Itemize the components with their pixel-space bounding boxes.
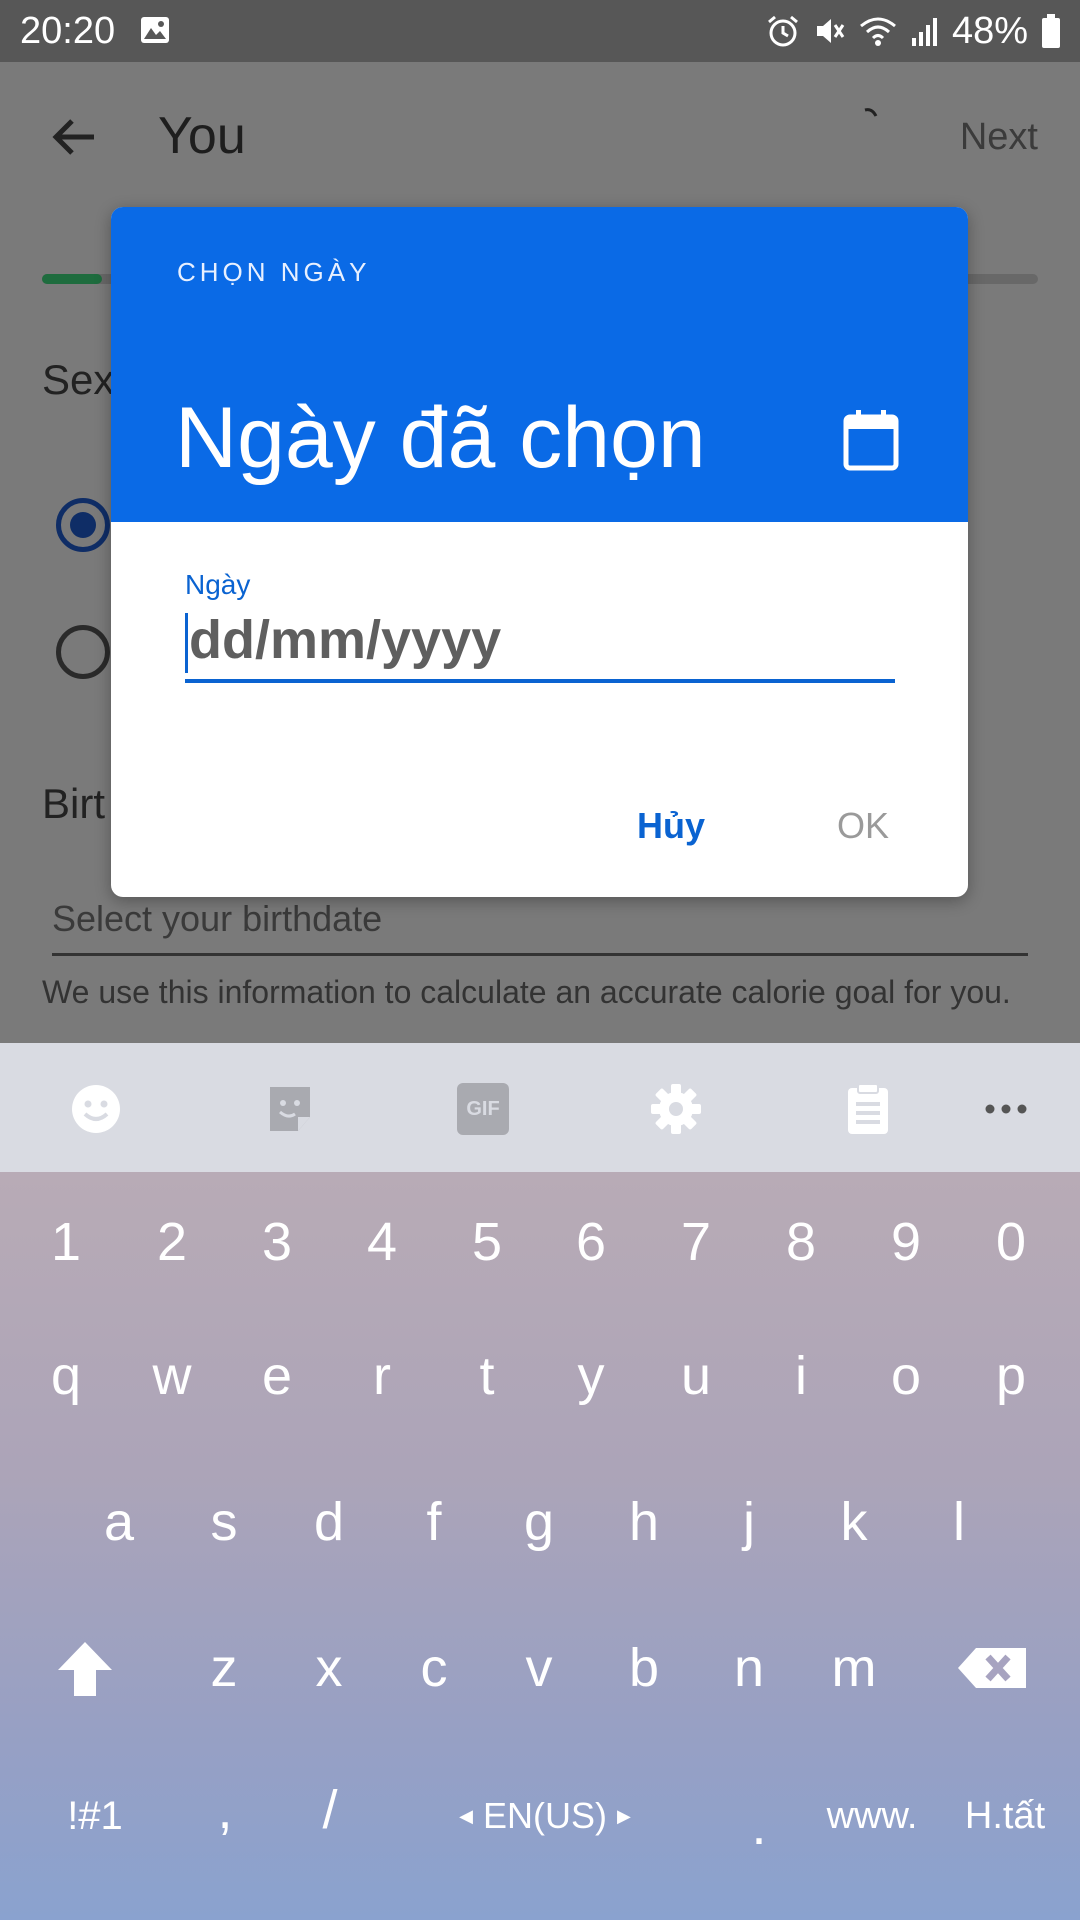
- key-t[interactable]: t: [442, 1336, 532, 1416]
- key-u[interactable]: u: [651, 1336, 741, 1416]
- birthdate-input[interactable]: Select your birthdate: [52, 890, 1028, 956]
- slash-key[interactable]: /: [285, 1770, 375, 1850]
- key-q[interactable]: q: [21, 1336, 111, 1416]
- key-3[interactable]: 3: [232, 1202, 322, 1282]
- gallery-icon: [141, 17, 169, 43]
- clipboard-icon[interactable]: [842, 1083, 894, 1135]
- page-title: You: [158, 107, 246, 165]
- status-time: 20:20: [20, 10, 116, 52]
- date-field-label: Ngày: [185, 569, 251, 600]
- next-button[interactable]: Next: [960, 116, 1038, 159]
- sticker-icon[interactable]: [264, 1083, 316, 1135]
- shift-icon[interactable]: [40, 1630, 130, 1710]
- settings-icon[interactable]: [650, 1083, 702, 1135]
- language-right-arrow-icon: ▶: [617, 1805, 631, 1826]
- key-j[interactable]: j: [704, 1482, 794, 1562]
- key-0[interactable]: 0: [966, 1202, 1056, 1282]
- key-p[interactable]: p: [966, 1336, 1056, 1416]
- language-label: EN(US): [483, 1795, 607, 1836]
- status-icons: 48%: [766, 8, 1062, 54]
- cancel-button[interactable]: Hủy: [637, 805, 705, 847]
- key-a[interactable]: a: [74, 1482, 164, 1562]
- loading-indicator: [864, 108, 878, 117]
- key-9[interactable]: 9: [861, 1202, 951, 1282]
- key-b[interactable]: b: [599, 1628, 689, 1708]
- key-e[interactable]: e: [232, 1336, 322, 1416]
- key-d[interactable]: d: [284, 1482, 374, 1562]
- progress-fill: [42, 274, 102, 284]
- key-6[interactable]: 6: [546, 1202, 636, 1282]
- dialog-subtitle: CHỌN NGÀY: [177, 257, 371, 287]
- symbols-key[interactable]: !#1: [50, 1776, 140, 1856]
- sex-radio-unselected[interactable]: [56, 625, 110, 679]
- key-r[interactable]: r: [337, 1336, 427, 1416]
- key-4[interactable]: 4: [337, 1202, 427, 1282]
- key-f[interactable]: f: [389, 1482, 479, 1562]
- www-key[interactable]: www.: [812, 1776, 932, 1856]
- emoji-icon[interactable]: [70, 1083, 122, 1135]
- text-caret: [185, 613, 188, 673]
- spacebar[interactable]: ◀ EN(US) ▶: [420, 1776, 670, 1856]
- wifi-icon: [859, 17, 896, 46]
- key-o[interactable]: o: [861, 1336, 951, 1416]
- ok-button[interactable]: OK: [837, 805, 889, 847]
- alarm-icon: [767, 15, 798, 47]
- key-7[interactable]: 7: [651, 1202, 741, 1282]
- battery-percentage: 48%: [951, 9, 1028, 52]
- key-8[interactable]: 8: [756, 1202, 846, 1282]
- battery-icon: [1042, 14, 1060, 48]
- gif-icon[interactable]: GIF: [457, 1083, 509, 1135]
- key-k[interactable]: k: [809, 1482, 899, 1562]
- sex-radio-selected[interactable]: [56, 498, 110, 552]
- language-left-arrow-icon: ◀: [459, 1805, 473, 1826]
- key-g[interactable]: g: [494, 1482, 584, 1562]
- signal-icon: [911, 18, 937, 46]
- key-5[interactable]: 5: [442, 1202, 532, 1282]
- app-bar: You Next: [0, 62, 1080, 210]
- period-key[interactable]: .: [714, 1786, 804, 1866]
- key-2[interactable]: 2: [127, 1202, 217, 1282]
- key-y[interactable]: y: [546, 1336, 636, 1416]
- more-icon[interactable]: [980, 1083, 1032, 1135]
- key-m[interactable]: m: [809, 1628, 899, 1708]
- key-l[interactable]: l: [914, 1482, 1004, 1562]
- info-text: We use this information to calculate an …: [42, 974, 1011, 1010]
- mute-icon: [816, 19, 845, 43]
- key-s[interactable]: s: [179, 1482, 269, 1562]
- birthdate-label: Birt: [42, 780, 105, 827]
- key-i[interactable]: i: [756, 1336, 846, 1416]
- keyboard: 1 2 3 4 5 6 7 8 9 0 q w e r t y u i o p …: [0, 1172, 1080, 1920]
- date-picker-dialog: CHỌN NGÀY Ngày đã chọn Ngày dd/mm/yyyy H…: [111, 207, 968, 897]
- key-x[interactable]: x: [284, 1628, 374, 1708]
- key-v[interactable]: v: [494, 1628, 584, 1708]
- comma-key[interactable]: ,: [180, 1770, 270, 1850]
- key-w[interactable]: w: [127, 1336, 217, 1416]
- backspace-icon[interactable]: [950, 1628, 1040, 1708]
- sex-label: Sex: [42, 356, 115, 403]
- key-z[interactable]: z: [179, 1628, 269, 1708]
- back-arrow-icon[interactable]: [48, 112, 98, 162]
- key-1[interactable]: 1: [21, 1202, 111, 1282]
- calendar-icon[interactable]: [843, 409, 899, 471]
- dialog-title: Ngày đã chọn: [175, 390, 706, 486]
- key-n[interactable]: n: [704, 1628, 794, 1708]
- dialog-header: CHỌN NGÀY Ngày đã chọn: [111, 207, 968, 522]
- date-input[interactable]: dd/mm/yyyy: [185, 609, 895, 683]
- done-key[interactable]: H.tất: [950, 1776, 1060, 1856]
- status-bar: 20:20 48%: [0, 0, 1080, 62]
- key-h[interactable]: h: [599, 1482, 689, 1562]
- keyboard-toolbar: GIF: [0, 1043, 1080, 1172]
- key-c[interactable]: c: [389, 1628, 479, 1708]
